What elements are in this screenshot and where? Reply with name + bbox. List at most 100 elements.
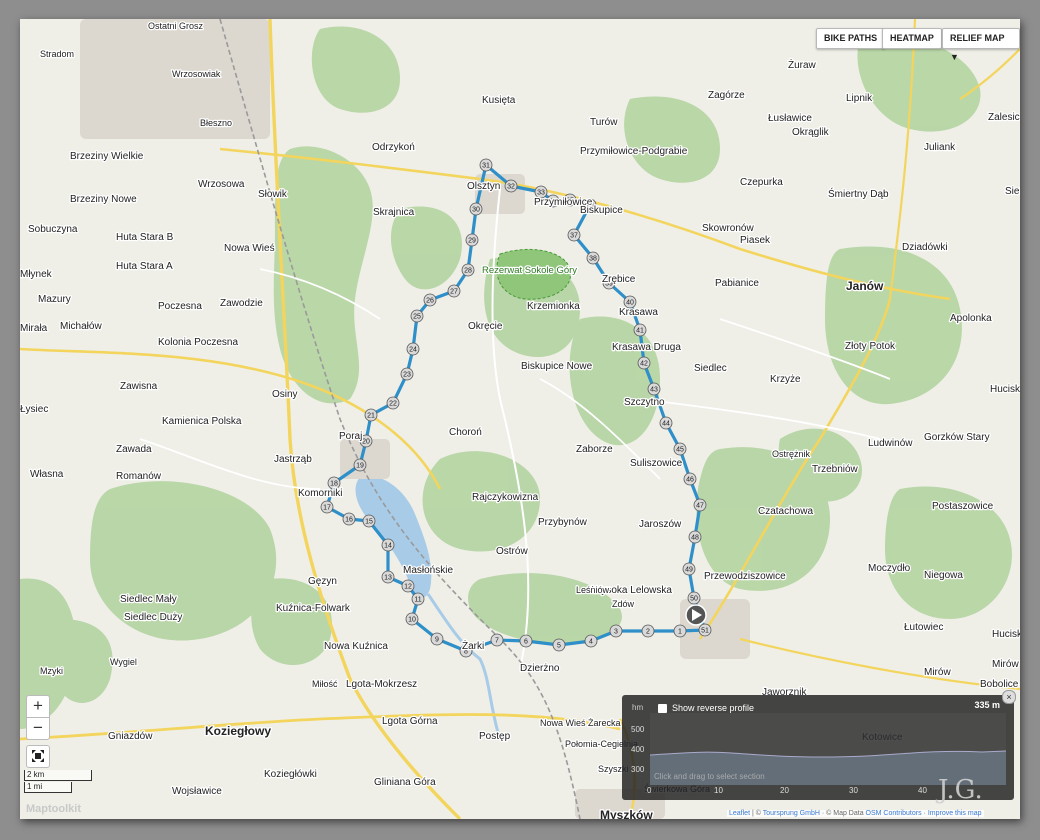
place-label: Piasek: [740, 235, 771, 246]
route-station-marker[interactable]: 4: [584, 634, 598, 648]
route-station-marker[interactable]: 1: [673, 624, 687, 638]
route-station-marker[interactable]: 44: [659, 416, 673, 430]
route-station-marker[interactable]: 9: [430, 632, 444, 646]
place-label: Myszków: [600, 808, 653, 819]
station-number: 31: [482, 163, 490, 170]
place-label: Zawada: [116, 444, 152, 455]
route-station-marker[interactable]: 51: [698, 623, 712, 637]
place-label: Siedlec: [694, 363, 727, 374]
route-station-marker[interactable]: 12: [401, 579, 415, 593]
route-station-marker[interactable]: 17: [320, 500, 334, 514]
place-label: Szczytno: [624, 397, 665, 408]
station-number: 11: [414, 597, 421, 604]
route-station-marker[interactable]: 21: [364, 408, 378, 422]
place-label: Zalesice: [988, 112, 1020, 123]
route-station-marker[interactable]: 19: [353, 458, 367, 472]
place-label: Wygiel: [110, 657, 137, 667]
route-station-marker[interactable]: 47: [693, 498, 707, 512]
place-label: Lgota-Mokrzesz: [346, 679, 417, 690]
route-station-marker[interactable]: 27: [447, 284, 461, 298]
route-station-marker[interactable]: 14: [381, 538, 395, 552]
route-station-marker[interactable]: 23: [400, 367, 414, 381]
leaflet-link[interactable]: Leaflet: [729, 810, 750, 817]
route-station-marker[interactable]: 46: [683, 472, 697, 486]
route-station-marker[interactable]: 48: [688, 530, 702, 544]
route-station-marker[interactable]: 31: [479, 158, 493, 172]
map-attribution: Leaflet | © Toursprung GmbH · © Map Data…: [727, 810, 984, 817]
place-label: Nowa Wieś: [224, 243, 275, 254]
zoom-out-button[interactable]: −: [26, 717, 50, 740]
toursprung-link[interactable]: Toursprung GmbH: [763, 810, 820, 817]
reserve-label: Rezerwat Sokole Góry: [482, 265, 577, 276]
route-station-marker[interactable]: 41: [633, 323, 647, 337]
place-label: Kolonia Poczesna: [158, 337, 238, 348]
place-label: Śmiertny Dąb: [828, 187, 889, 200]
place-label: Gniazdów: [108, 731, 153, 742]
place-label: Zawisna: [120, 381, 158, 392]
signature-watermark: J.G.: [938, 775, 983, 805]
route-station-marker[interactable]: 10: [405, 612, 419, 626]
place-label: Złoty Potok: [845, 341, 896, 352]
bike-paths-button[interactable]: BIKE PATHS: [816, 28, 886, 49]
route-station-marker[interactable]: 32: [504, 179, 518, 193]
place-label: Dzierżno: [520, 663, 560, 674]
route-station-marker[interactable]: 24: [406, 342, 420, 356]
place-label: Własna: [30, 469, 64, 480]
place-label: Postęp: [479, 731, 511, 742]
route-station-marker[interactable]: 15: [362, 514, 376, 528]
osm-link[interactable]: OSM Contributors: [866, 810, 922, 817]
fullscreen-button[interactable]: [26, 745, 50, 768]
heatmap-button[interactable]: HEATMAP: [882, 28, 942, 49]
route-station-marker[interactable]: 37: [567, 228, 581, 242]
route-station-marker[interactable]: 11: [411, 592, 425, 606]
x-tick-30: 30: [849, 786, 858, 795]
station-number: 19: [356, 463, 364, 470]
route-station-marker[interactable]: 7: [490, 633, 504, 647]
relief-map-dropdown[interactable]: RELIEF MAP ▼: [942, 28, 1020, 62]
route-station-marker[interactable]: 13: [381, 570, 395, 584]
place-label: Huta Stara A: [116, 261, 173, 272]
scale-bar: 2 km 1 mi: [24, 770, 94, 793]
place-label: Lgota Górna: [382, 716, 438, 727]
x-tick-0: 0: [647, 786, 652, 795]
route-station-marker[interactable]: 26: [423, 293, 437, 307]
route-station-marker[interactable]: 3: [609, 624, 623, 638]
x-tick-20: 20: [780, 786, 789, 795]
station-number: 21: [367, 413, 375, 420]
route-station-marker[interactable]: 43: [647, 382, 661, 396]
station-number: 33: [537, 190, 545, 197]
route-station-marker[interactable]: 42: [637, 356, 651, 370]
place-label: Rajczykowizna: [472, 492, 539, 503]
place-label: Niegowa: [924, 570, 963, 581]
place-label: Błeszno: [200, 118, 232, 128]
route-station-marker[interactable]: 28: [461, 263, 475, 277]
route-station-marker[interactable]: 49: [682, 562, 696, 576]
route-station-marker[interactable]: 38: [586, 251, 600, 265]
route-station-marker[interactable]: 50: [687, 591, 701, 605]
map-frame: 1 2 3 4 5 6 7 8 9 10 11 12 13 14 15 16 17 18 19 20 21 22 23 24 2…: [20, 19, 1020, 819]
x-tick-40: 40: [918, 786, 927, 795]
place-label: Gliniana Góra: [374, 777, 436, 788]
route-station-marker[interactable]: 22: [386, 396, 400, 410]
maptoolkit-logo: Maptoolkit: [26, 803, 81, 815]
route-station-marker[interactable]: 29: [465, 233, 479, 247]
route-station-marker[interactable]: 25: [410, 309, 424, 323]
place-label: Hucisko: [990, 384, 1020, 395]
route-station-marker[interactable]: 16: [342, 512, 356, 526]
start-marker[interactable]: [685, 604, 707, 626]
place-label: Wrzosowa: [198, 179, 245, 190]
place-label: Jastrząb: [274, 454, 312, 465]
place-label: Wrzosowiak: [172, 69, 221, 79]
place-label: Brzeziny Wielkie: [70, 151, 144, 162]
place-label: Okrąglik: [792, 127, 830, 138]
place-label: Kamienica Polska: [162, 416, 242, 427]
route-station-marker[interactable]: 45: [673, 442, 687, 456]
zoom-in-button[interactable]: +: [26, 695, 50, 718]
station-number: 2: [646, 629, 650, 636]
route-station-marker[interactable]: 5: [552, 638, 566, 652]
route-station-marker[interactable]: 2: [641, 624, 655, 638]
improve-map-link[interactable]: Improve this map: [928, 810, 982, 817]
route-station-marker[interactable]: 30: [469, 202, 483, 216]
station-number: 43: [650, 387, 658, 394]
route-station-marker[interactable]: 6: [519, 634, 533, 648]
